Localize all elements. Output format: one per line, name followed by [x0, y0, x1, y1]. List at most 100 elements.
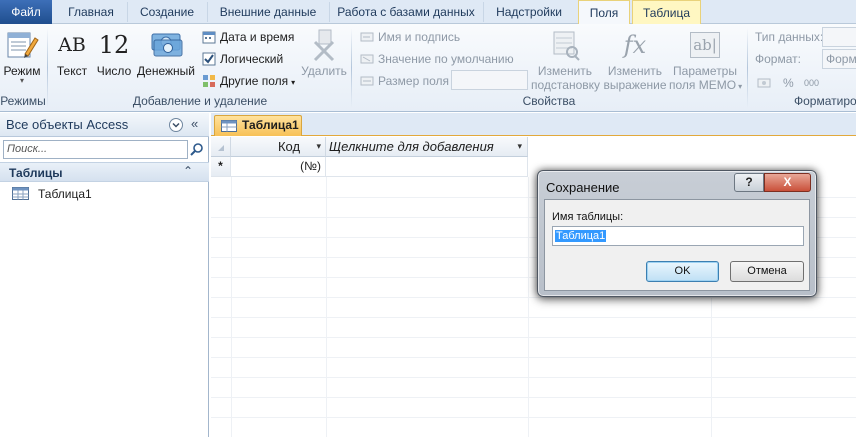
cancel-button[interactable]: Отмена [730, 261, 804, 282]
number-field-label: Число [96, 64, 132, 78]
more-fields-label: Другие поля [220, 74, 289, 88]
logical-field-label: Логический [220, 52, 284, 66]
dialog-title: Сохранение [546, 180, 620, 195]
table-icon [12, 187, 29, 200]
document-tab-strip: Таблица1 [211, 113, 856, 136]
column-header-click-to-add[interactable]: Щелкните для добавления ▾ [326, 137, 528, 157]
currency-format-button[interactable] [757, 73, 775, 93]
function-icon: fx [623, 31, 647, 59]
data-type-select[interactable] [822, 27, 856, 47]
more-fields-button[interactable]: Другие поля ▾ [202, 71, 295, 91]
percent-format-button[interactable]: % [783, 73, 794, 93]
data-type-label: Тип данных: [755, 30, 824, 44]
nav-search-button[interactable] [189, 140, 205, 159]
group-label-properties: Свойства [522, 94, 576, 108]
document-tab-label: Таблица1 [242, 118, 299, 132]
nav-group-title: Таблицы [9, 166, 63, 180]
memo-icon: ab| [690, 32, 720, 58]
format-select[interactable]: Форм [822, 49, 856, 69]
nav-pane-header[interactable]: Все объекты Access « [0, 113, 209, 137]
ribbon: Режим ▾ Режимы AB Текст 12 Число Денежны… [0, 24, 856, 112]
nav-item-label: Таблица1 [38, 187, 92, 201]
navigation-pane: Все объекты Access « Поиск... Таблицы ⌃ … [0, 113, 209, 437]
tab-table[interactable]: Таблица [632, 0, 701, 24]
dialog-help-button[interactable]: ? [734, 173, 764, 192]
default-value-button[interactable]: Значение по умолчанию [360, 49, 514, 69]
modify-expression-label-2: выражение [603, 78, 667, 92]
currency-icon [151, 33, 183, 57]
modify-lookups-button[interactable]: Изменить подстановку [531, 28, 601, 92]
tab-file[interactable]: Файл [0, 0, 52, 24]
memo-settings-label-1: Параметры [673, 64, 737, 78]
add-currency-field-button[interactable]: Денежный [136, 28, 196, 78]
table-name-value: Таблица1 [555, 230, 607, 242]
text-field-label: Текст [56, 64, 88, 78]
double-chevron-left-icon: « [191, 116, 199, 131]
field-size-label: Размер поля [378, 74, 449, 88]
modify-expression-button[interactable]: fx Изменить выражение [603, 28, 667, 92]
add-logical-field-button[interactable]: Логический [202, 49, 283, 69]
checkbox-icon [202, 52, 216, 66]
modify-lookups-label-2: подстановку [531, 78, 601, 92]
datetime-field-label: Дата и время [220, 30, 295, 44]
nav-search-input[interactable]: Поиск... [3, 140, 188, 159]
memo-settings-label-2-wrap: поля MEMO ▾ [669, 78, 743, 94]
chevron-down-icon: ▾ [738, 82, 743, 91]
table-icon [221, 120, 237, 132]
default-value-icon [360, 54, 374, 64]
nav-group-tables[interactable]: Таблицы ⌃ [0, 162, 209, 182]
cell-add-new[interactable] [326, 157, 528, 177]
field-size-input[interactable] [451, 70, 528, 90]
format-label: Формат: [755, 52, 801, 66]
tab-database-tools[interactable]: Работа с базами данных [331, 0, 481, 24]
chevron-down-icon: ▾ [291, 78, 296, 87]
tab-fields[interactable]: Поля [578, 0, 630, 24]
chevron-down-icon[interactable]: ▾ [517, 137, 522, 156]
delete-icon [313, 29, 335, 62]
text-field-icon: AB [58, 34, 86, 56]
document-tab-table1[interactable]: Таблица1 [214, 115, 302, 136]
column-header-label: Код [277, 139, 301, 154]
tab-create[interactable]: Создание [130, 0, 204, 24]
name-caption-label: Имя и подпись [378, 30, 461, 44]
money-icon [757, 78, 771, 88]
record-selector-new[interactable]: * [211, 157, 231, 177]
ok-button[interactable]: OK [646, 261, 719, 282]
add-datetime-field-button[interactable]: Дата и время [202, 27, 294, 47]
group-label-add-delete: Добавление и удаление [132, 94, 268, 108]
table-name-input[interactable]: Таблица1 [552, 226, 804, 246]
chevron-down-icon [172, 122, 180, 128]
nav-menu-button[interactable] [169, 118, 183, 132]
group-label-views: Режимы [0, 94, 46, 108]
memo-settings-button[interactable]: ab| Параметры поля MEMO ▾ [669, 28, 743, 94]
help-icon: ? [745, 175, 753, 189]
tab-external-data[interactable]: Внешние данные [209, 0, 327, 24]
collapse-pane-button[interactable]: « [191, 116, 198, 131]
dialog-close-button[interactable]: X [764, 173, 811, 192]
tab-home[interactable]: Главная [58, 0, 124, 24]
chevron-down-icon: ▾ [19, 76, 24, 85]
add-number-field-button[interactable]: 12 Число [96, 28, 132, 78]
cell-id-new[interactable]: (№) [231, 157, 326, 177]
field-size-label-wrap: Размер поля [360, 71, 449, 91]
double-chevron-up-icon[interactable]: ⌃ [183, 164, 193, 178]
table-name-label: Имя таблицы: [552, 211, 624, 223]
name-caption-icon [360, 32, 374, 42]
ribbon-tab-bar: Файл Главная Создание Внешние данные Раб… [0, 0, 856, 24]
tab-addins[interactable]: Надстройки [486, 0, 572, 24]
number-field-icon: 12 [98, 31, 130, 59]
dialog-body: Имя таблицы: Таблица1 OK Отмена [544, 199, 810, 291]
select-all-corner[interactable] [211, 137, 231, 157]
delete-field-label: Удалить [301, 64, 347, 78]
column-header-id[interactable]: Код ▾ [231, 137, 326, 157]
chevron-down-icon[interactable]: ▾ [316, 137, 321, 156]
thousands-format-button[interactable]: 000 [804, 73, 819, 93]
modify-lookups-label-1: Изменить [537, 64, 593, 78]
design-view-icon [7, 32, 39, 58]
view-mode-button[interactable]: Режим ▾ [2, 28, 42, 85]
add-text-field-button[interactable]: AB Текст [55, 28, 89, 78]
delete-field-button[interactable]: Удалить [300, 28, 348, 78]
save-as-dialog: Сохранение ? X Имя таблицы: Таблица1 OK … [537, 170, 817, 297]
nav-pane-title: Все объекты Access [6, 117, 129, 132]
name-caption-button[interactable]: Имя и подпись [360, 27, 460, 47]
